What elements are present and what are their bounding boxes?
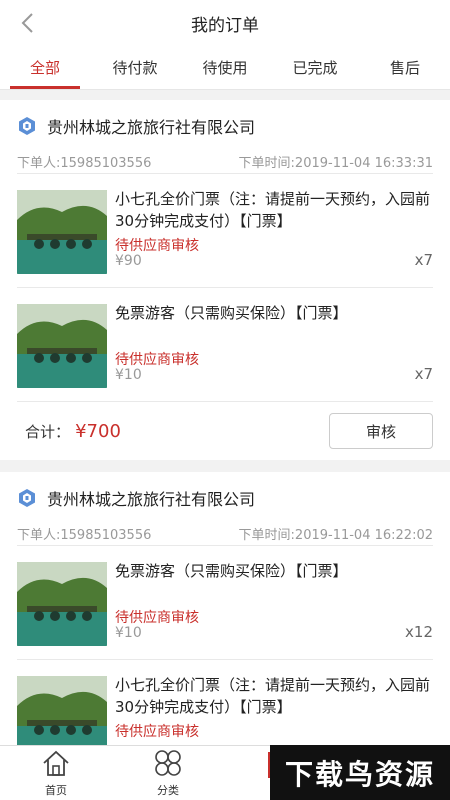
item-price: ¥10 — [115, 625, 142, 641]
product-name: 小七孔全价门票（注：请提前一天预约，入园前30分钟完成支付）【门票】 — [115, 190, 431, 230]
tab-after-sales[interactable]: 售后 — [360, 46, 450, 89]
order-tabs: 全部 待付款 待使用 已完成 售后 — [0, 46, 450, 90]
order-meta: 下单人:15985103556 下单时间:2019-11-04 16:22:02 — [17, 524, 433, 546]
shop-row[interactable]: 贵州林城之旅旅行社有限公司 — [17, 100, 433, 152]
item-status: 待供应商审核 — [115, 352, 199, 368]
product-name: 免票游客（只需购买保险）【门票】 — [115, 562, 348, 580]
page-title: 我的订单 — [191, 15, 259, 36]
shop-logo-icon — [17, 116, 37, 136]
nav-category[interactable]: 分类 — [112, 746, 224, 800]
category-icon — [153, 749, 183, 782]
item-price: ¥90 — [115, 253, 142, 269]
shop-name: 贵州林城之旅旅行社有限公司 — [47, 490, 256, 509]
shop-name: 贵州林城之旅旅行社有限公司 — [47, 118, 256, 137]
nav-home[interactable]: 首页 — [0, 746, 112, 800]
total-label: 合计： — [25, 422, 71, 441]
buyer-text: 下单人:15985103556 — [17, 156, 152, 171]
tab-all[interactable]: 全部 — [0, 46, 90, 89]
order-time: 下单时间:2019-11-04 16:22:02 — [238, 528, 433, 543]
home-icon — [41, 749, 71, 782]
product-thumbnail — [17, 562, 107, 646]
shop-logo-icon — [17, 488, 37, 508]
order-time: 下单时间:2019-11-04 16:33:31 — [238, 156, 433, 171]
product-name: 免票游客（只需购买保险）【门票】 — [115, 304, 348, 322]
item-quantity: x12 — [405, 623, 433, 641]
item-quantity: x7 — [414, 251, 433, 269]
order-item[interactable]: 小七孔全价门票（注：请提前一天预约，入园前30分钟完成支付）【门票】 待供应商审… — [17, 660, 433, 745]
order-total-row: 合计： ¥700 审核 — [17, 402, 433, 460]
item-status: 待供应商审核 — [115, 238, 199, 254]
shop-row[interactable]: 贵州林城之旅旅行社有限公司 — [17, 472, 433, 524]
watermark-logo: 下载鸟资源 — [270, 745, 450, 800]
item-quantity: x7 — [414, 365, 433, 383]
product-thumbnail — [17, 676, 107, 745]
order-item[interactable]: 小七孔全价门票（注：请提前一天预约，入园前30分钟完成支付）【门票】 待供应商审… — [17, 174, 433, 288]
product-name: 小七孔全价门票（注：请提前一天预约，入园前30分钟完成支付）【门票】 — [115, 676, 431, 716]
item-price: ¥10 — [115, 367, 142, 383]
product-thumbnail — [17, 190, 107, 274]
nav-category-label: 分类 — [157, 783, 179, 797]
tab-to-use[interactable]: 待使用 — [180, 46, 270, 89]
product-thumbnail — [17, 304, 107, 388]
total-amount: ¥700 — [75, 420, 121, 442]
tab-pending-payment[interactable]: 待付款 — [90, 46, 180, 89]
order-card: 贵州林城之旅旅行社有限公司 下单人:15985103556 下单时间:2019-… — [0, 100, 450, 460]
back-icon[interactable] — [12, 8, 42, 38]
top-bar: 我的订单 — [0, 0, 450, 46]
order-card: 贵州林城之旅旅行社有限公司 下单人:15985103556 下单时间:2019-… — [0, 472, 450, 745]
order-meta: 下单人:15985103556 下单时间:2019-11-04 16:33:31 — [17, 152, 433, 174]
buyer-text: 下单人:15985103556 — [17, 528, 152, 543]
item-status: 待供应商审核 — [115, 610, 199, 626]
order-item[interactable]: 免票游客（只需购买保险）【门票】 待供应商审核 ¥10 x7 — [17, 288, 433, 402]
item-status: 待供应商审核 — [115, 724, 199, 740]
order-list: 贵州林城之旅旅行社有限公司 下单人:15985103556 下单时间:2019-… — [0, 100, 450, 745]
nav-home-label: 首页 — [45, 783, 67, 797]
tab-completed[interactable]: 已完成 — [270, 46, 360, 89]
review-button[interactable]: 审核 — [329, 413, 433, 449]
order-item[interactable]: 免票游客（只需购买保险）【门票】 待供应商审核 ¥10 x12 — [17, 546, 433, 660]
